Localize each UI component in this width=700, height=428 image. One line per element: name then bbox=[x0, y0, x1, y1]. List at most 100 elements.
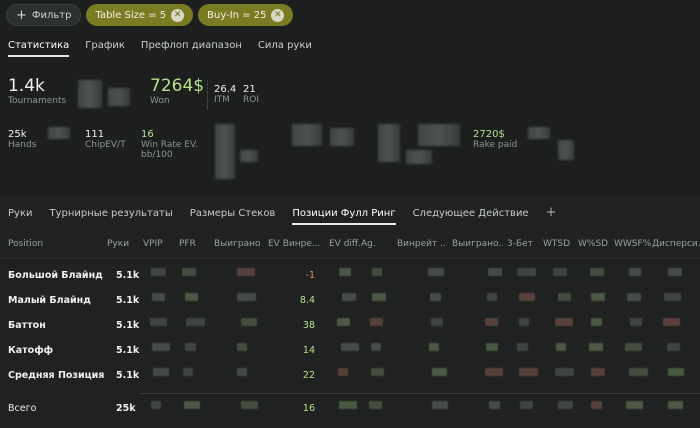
col-ag[interactable]: Ag. bbox=[361, 239, 376, 249]
blurred-cell bbox=[558, 401, 573, 409]
col-vpip[interactable]: VPIP bbox=[143, 239, 163, 249]
blurred-cell bbox=[152, 293, 165, 301]
col-won[interactable]: Выиграно bbox=[214, 239, 266, 249]
blurred-cell bbox=[185, 343, 196, 351]
blurred-value bbox=[108, 88, 130, 106]
blurred-value bbox=[330, 128, 354, 146]
row-position: Катофф bbox=[8, 345, 54, 356]
tab-stack-sizes[interactable]: Размеры Стеков bbox=[190, 208, 276, 225]
stat-roi: 21 ROI bbox=[243, 84, 259, 105]
blurred-value bbox=[292, 124, 322, 146]
blurred-cell bbox=[486, 343, 498, 351]
row-ev-winrate: 16 bbox=[302, 403, 315, 414]
blurred-cell bbox=[151, 268, 166, 276]
row-hands: 25k bbox=[116, 403, 136, 414]
filter-label: Фильтр bbox=[31, 9, 72, 21]
tab-hand-strength[interactable]: Сила руки bbox=[258, 40, 312, 57]
stat-hands: 25k Hands bbox=[8, 129, 36, 150]
blurred-cell bbox=[488, 268, 502, 276]
stat-won: 7264$ Won bbox=[150, 76, 204, 106]
blurred-cell bbox=[431, 318, 443, 326]
blurred-cell bbox=[668, 368, 684, 376]
tab-statistics[interactable]: Статистика bbox=[8, 40, 70, 57]
blurred-cell bbox=[338, 368, 348, 376]
col-wtsd[interactable]: WTSD bbox=[543, 239, 570, 249]
blurred-value bbox=[78, 80, 102, 108]
stat-value: 2720$ bbox=[473, 129, 505, 140]
blurred-cell bbox=[519, 368, 538, 376]
blurred-value bbox=[558, 140, 574, 160]
blurred-cell bbox=[555, 368, 574, 376]
stat-label: ITM bbox=[214, 95, 230, 105]
col-wsd[interactable]: W%SD bbox=[578, 239, 608, 249]
tab-next-action[interactable]: Следующее Действие bbox=[413, 208, 529, 225]
col-ev-diff[interactable]: EV diff. bbox=[329, 239, 361, 249]
blurred-cell bbox=[186, 318, 205, 326]
col-variance[interactable]: Дисперси... bbox=[652, 239, 700, 249]
blurred-cell bbox=[558, 293, 571, 301]
filter-chip-buy-in[interactable]: Buy-In = 25 ✕ bbox=[198, 4, 294, 26]
blurred-cell bbox=[664, 293, 681, 301]
row-hands: 5.1k bbox=[116, 295, 140, 306]
blurred-cell bbox=[667, 343, 680, 351]
col-won2[interactable]: Выиграно... bbox=[452, 239, 503, 249]
tab-hands[interactable]: Руки bbox=[8, 208, 33, 225]
tab-tournament-results[interactable]: Турнирные результаты bbox=[50, 208, 173, 225]
positions-panel: Руки Турнирные результаты Размеры Стеков… bbox=[0, 198, 700, 428]
col-winrate[interactable]: Винрейт ... bbox=[397, 239, 447, 249]
blurred-cell bbox=[152, 343, 170, 351]
blurred-cell bbox=[517, 268, 536, 276]
blurred-cell bbox=[429, 343, 439, 351]
blurred-cell bbox=[489, 401, 500, 409]
blurred-cell bbox=[519, 293, 535, 301]
filter-chip-table-size[interactable]: Table Size = 5 ✕ bbox=[86, 4, 194, 26]
blurred-cell bbox=[371, 368, 384, 376]
add-filter-button[interactable]: + Фильтр bbox=[6, 4, 82, 26]
stat-label: Tournaments bbox=[8, 96, 67, 106]
stat-label: Won bbox=[150, 96, 170, 106]
blurred-cell bbox=[625, 343, 642, 351]
blurred-cell bbox=[485, 318, 498, 326]
filter-chip-label: Buy-In = 25 bbox=[207, 9, 267, 21]
row-ev-winrate: 14 bbox=[302, 345, 315, 356]
blurred-value bbox=[406, 150, 432, 164]
row-position: Всего bbox=[8, 403, 37, 414]
stat-label: Hands bbox=[8, 140, 37, 150]
close-icon[interactable]: ✕ bbox=[171, 8, 185, 22]
tab-graph[interactable]: График bbox=[85, 40, 125, 57]
blurred-cell bbox=[182, 268, 196, 276]
stat-winrate: 16 Win Rate EV. bb/100 bbox=[141, 129, 198, 160]
blurred-cell bbox=[629, 268, 641, 276]
divider bbox=[207, 80, 208, 110]
col-hands[interactable]: Руки bbox=[107, 239, 129, 249]
col-wwsf[interactable]: WWSF% bbox=[614, 239, 651, 249]
col-position[interactable]: Position bbox=[8, 239, 43, 249]
blurred-cell bbox=[237, 293, 256, 301]
add-tab-icon[interactable]: + bbox=[546, 205, 557, 225]
stat-value: 1.4k bbox=[8, 76, 45, 96]
stat-value: 16 bbox=[141, 129, 154, 140]
tab-preflop-range[interactable]: Префлоп диапазон bbox=[141, 40, 242, 57]
blurred-cell bbox=[183, 368, 193, 376]
stat-chipev: 111 ChipEV/T bbox=[85, 129, 126, 150]
blurred-cell bbox=[241, 318, 257, 326]
stat-value: 25k bbox=[8, 129, 27, 140]
col-ev-winrate[interactable]: EV Винре... bbox=[268, 239, 324, 249]
blurred-cell bbox=[590, 268, 604, 276]
row-position: Малый Блайнд bbox=[8, 295, 91, 306]
row-hands: 5.1k bbox=[116, 270, 140, 281]
sub-tabs: Руки Турнирные результаты Размеры Стеков… bbox=[8, 205, 557, 225]
tab-full-ring-positions[interactable]: Позиции Фулл Ринг bbox=[292, 208, 396, 225]
col-pfr[interactable]: PFR bbox=[179, 239, 196, 249]
blurred-value bbox=[48, 127, 70, 139]
blurred-value bbox=[378, 124, 400, 162]
stat-label: ChipEV/T bbox=[85, 140, 126, 150]
col-3bet[interactable]: 3-Бет bbox=[507, 239, 533, 249]
main-tabs: Статистика График Префлоп диапазон Сила … bbox=[8, 40, 312, 57]
close-icon[interactable]: ✕ bbox=[271, 8, 285, 22]
stat-value: 26.4 bbox=[214, 84, 237, 95]
blurred-cell bbox=[591, 401, 602, 409]
blurred-cell bbox=[371, 343, 381, 351]
blurred-cell bbox=[519, 318, 529, 326]
divider bbox=[0, 258, 700, 259]
